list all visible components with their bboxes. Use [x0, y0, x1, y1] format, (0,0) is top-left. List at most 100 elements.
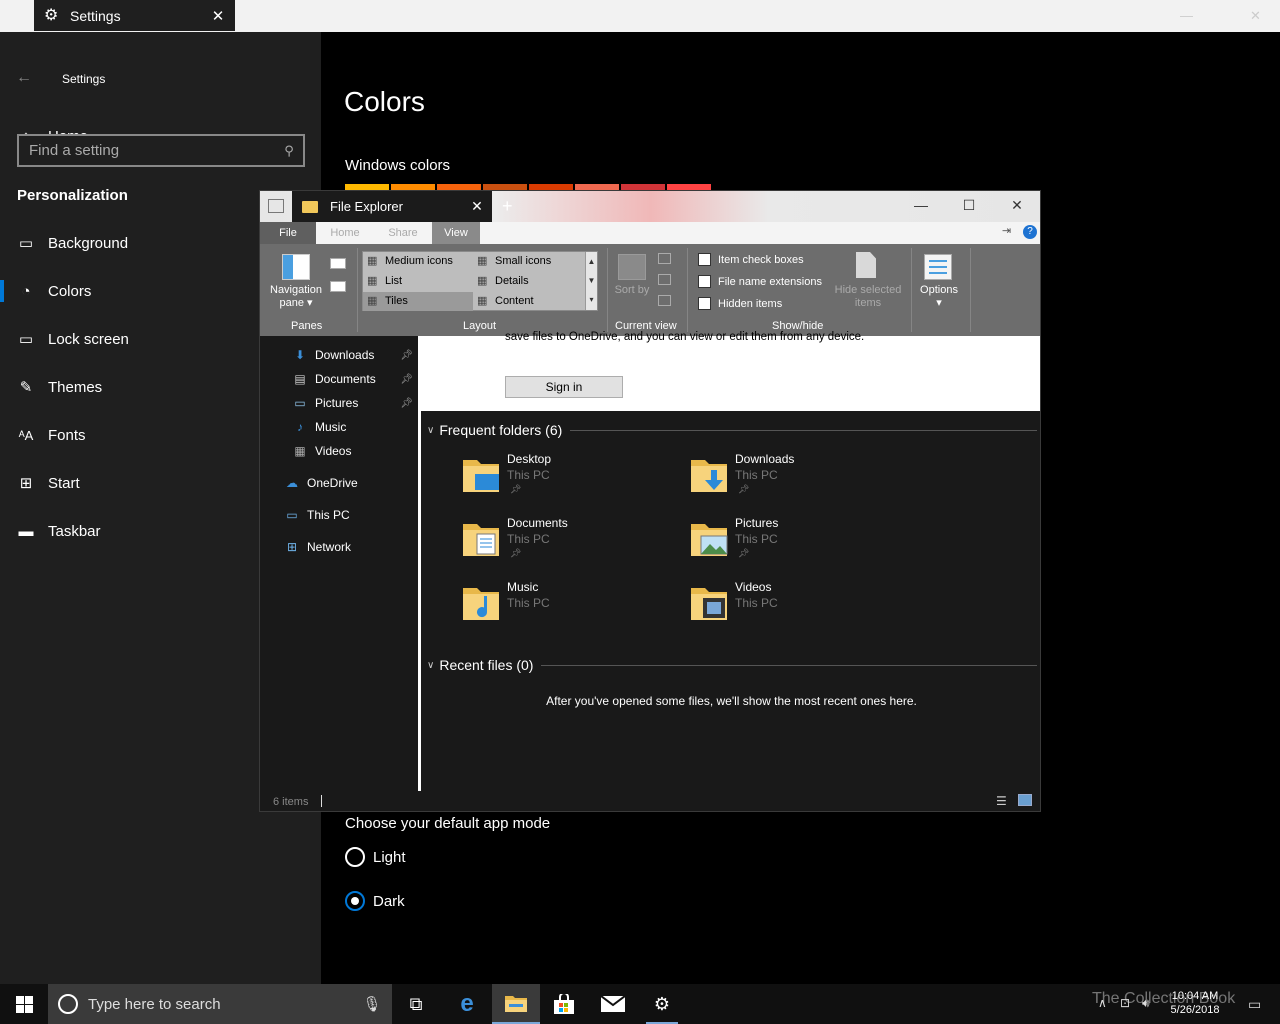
layout-content[interactable]: Content — [473, 292, 583, 311]
ribbon-tab-share[interactable]: Share — [374, 222, 432, 244]
maximize-icon[interactable]: ☐ — [954, 197, 984, 214]
checkbox[interactable] — [698, 253, 711, 266]
close-tab-icon[interactable]: ✕ — [462, 198, 492, 215]
radio-dark[interactable]: Dark — [345, 891, 405, 911]
folder-icon — [302, 200, 318, 213]
mail-button[interactable] — [589, 984, 637, 1024]
windows-logo-icon — [15, 995, 33, 1013]
ribbon-tab-file[interactable]: File — [260, 222, 316, 244]
store-button[interactable] — [540, 984, 588, 1024]
new-tab-icon[interactable]: + — [502, 196, 513, 217]
layout-tiles[interactable]: Tiles — [363, 292, 473, 311]
nav-this-pc[interactable]: ▭ This PC — [260, 504, 416, 526]
microphone-icon[interactable]: 🎙︎ — [352, 995, 392, 1013]
details-pane-icon[interactable] — [330, 281, 346, 292]
add-columns-icon[interactable] — [658, 274, 671, 285]
sign-in-button[interactable]: Sign in — [505, 376, 623, 398]
nav-music[interactable]: ♪ Music — [260, 416, 416, 438]
download-icon: ⬇ — [294, 348, 306, 362]
pin-icon[interactable]: 📌︎ — [400, 374, 413, 385]
navigation-pane-button[interactable]: Navigation pane ▾ — [268, 284, 324, 310]
nav-onedrive[interactable]: ☁ OneDrive — [260, 472, 416, 494]
close-window-icon[interactable]: ✕ — [1002, 197, 1032, 214]
radio-light-button[interactable] — [345, 847, 365, 867]
size-columns-icon[interactable] — [658, 295, 671, 306]
taskbar-search-input[interactable] — [88, 995, 352, 1013]
start-button[interactable] — [0, 984, 48, 1024]
edge-button[interactable]: e — [443, 984, 491, 1024]
options-button[interactable]: Options ▾ — [914, 284, 964, 310]
layout-scroll[interactable]: ▲ ▼ ▾ — [585, 252, 597, 310]
options-icon[interactable] — [924, 254, 952, 280]
network-tray-icon[interactable]: ⊡ — [1120, 996, 1130, 1010]
layout-details[interactable]: Details — [473, 272, 583, 291]
navigation-pane-icon[interactable] — [282, 254, 310, 280]
volume-icon[interactable]: 🔊︎ — [1142, 996, 1150, 1011]
folder-tile-documents[interactable]: Documents This PC 📌︎ — [461, 516, 661, 576]
settings-tab-label: Settings — [70, 7, 121, 24]
layout-medium-icons[interactable]: Medium icons — [363, 252, 473, 271]
minimize-icon[interactable]: — — [906, 197, 936, 213]
nav-videos[interactable]: ▦ Videos — [260, 440, 416, 462]
task-view-button[interactable]: ⧉ — [392, 984, 440, 1024]
explorer-title-bar: File Explorer ✕ + — ☐ ✕ — [260, 191, 1040, 222]
file-explorer-button[interactable] — [492, 984, 540, 1024]
pin-icon[interactable]: 📌︎ — [400, 350, 413, 361]
tab-overview-icon[interactable] — [268, 199, 284, 213]
section-title: Personalization — [17, 187, 128, 204]
sort-by-label[interactable]: Sort by — [612, 284, 652, 297]
chevron-down-icon: ∨ — [427, 659, 435, 671]
layout-small-icons[interactable]: Small icons — [473, 252, 583, 271]
search-icon[interactable]: ⚲ — [275, 143, 303, 159]
frequent-folders-header[interactable]: ∨ Frequent folders (6) — [427, 422, 1037, 438]
close-window-icon[interactable]: ✕ — [1250, 8, 1261, 24]
close-tab-icon[interactable]: ✕ — [201, 7, 235, 25]
group-by-icon[interactable] — [658, 253, 671, 264]
show-hidden-icons-icon[interactable]: ∧ — [1098, 996, 1107, 1010]
taskbar-clock[interactable]: 10:04 AM 5/26/2018 — [1160, 989, 1230, 1017]
back-arrow-icon[interactable]: ← — [16, 69, 32, 87]
pin-icon: 📌︎ — [738, 484, 750, 494]
nav-downloads[interactable]: ⬇ Downloads 📌︎ — [260, 344, 416, 366]
ribbon-tab-view[interactable]: View — [432, 222, 480, 244]
large-icons-view-icon[interactable] — [1018, 794, 1032, 806]
action-center-icon[interactable]: ▭ — [1248, 996, 1261, 1013]
nav-network[interactable]: ⊞ Network — [260, 536, 416, 558]
ribbon-tab-home[interactable]: Home — [316, 222, 374, 244]
nav-documents[interactable]: ▤ Documents 📌︎ — [260, 368, 416, 390]
layout-list[interactable]: List — [363, 272, 473, 291]
pin-ribbon-icon[interactable]: ⇥ — [1002, 224, 1011, 237]
find-setting-input[interactable] — [19, 142, 275, 159]
item-check-boxes-toggle[interactable]: Item check boxes — [698, 253, 804, 266]
hidden-items-toggle[interactable]: Hidden items — [698, 297, 782, 310]
sort-by-icon[interactable] — [618, 254, 646, 280]
settings-button[interactable]: ⚙ — [638, 984, 686, 1024]
nav-music-label: Music — [315, 420, 347, 434]
ribbon-separator — [911, 248, 912, 332]
preview-pane-icon[interactable] — [330, 258, 346, 269]
pin-icon[interactable]: 📌︎ — [400, 398, 413, 409]
minimize-icon[interactable]: — — [1180, 8, 1193, 23]
checkbox[interactable] — [698, 297, 711, 310]
recent-files-header[interactable]: ∨ Recent files (0) — [427, 657, 1037, 673]
radio-dark-button[interactable] — [345, 891, 365, 911]
folder-tile-pictures[interactable]: Pictures This PC 📌︎ — [689, 516, 889, 576]
details-view-icon[interactable]: ☰ — [996, 794, 1007, 808]
pin-icon: 📌︎ — [510, 548, 522, 558]
cortana-icon[interactable] — [58, 994, 78, 1014]
radio-light[interactable]: Light — [345, 847, 406, 867]
hide-selected-label[interactable]: Hide selected items — [830, 284, 906, 310]
folder-tile-music[interactable]: Music This PC — [461, 580, 661, 640]
hide-selected-icon[interactable] — [856, 252, 876, 278]
settings-tab[interactable]: ⚙ Settings ✕ — [34, 0, 235, 31]
help-icon[interactable]: ? — [1023, 225, 1037, 239]
file-name-extensions-toggle[interactable]: File name extensions — [698, 275, 822, 288]
folder-tile-downloads[interactable]: Downloads This PC 📌︎ — [689, 452, 889, 512]
explorer-tab[interactable]: File Explorer ✕ — [292, 191, 492, 222]
taskbar: 🎙︎ ⧉ e ⚙ The Collection Book ∧ ⊡ 🔊︎ 10:0… — [0, 984, 1280, 1024]
radio-light-label: Light — [373, 848, 406, 866]
folder-tile-desktop[interactable]: Desktop This PC 📌︎ — [461, 452, 661, 512]
checkbox[interactable] — [698, 275, 711, 288]
nav-pictures[interactable]: ▭ Pictures 📌︎ — [260, 392, 416, 414]
folder-tile-videos[interactable]: Videos This PC — [689, 580, 889, 640]
